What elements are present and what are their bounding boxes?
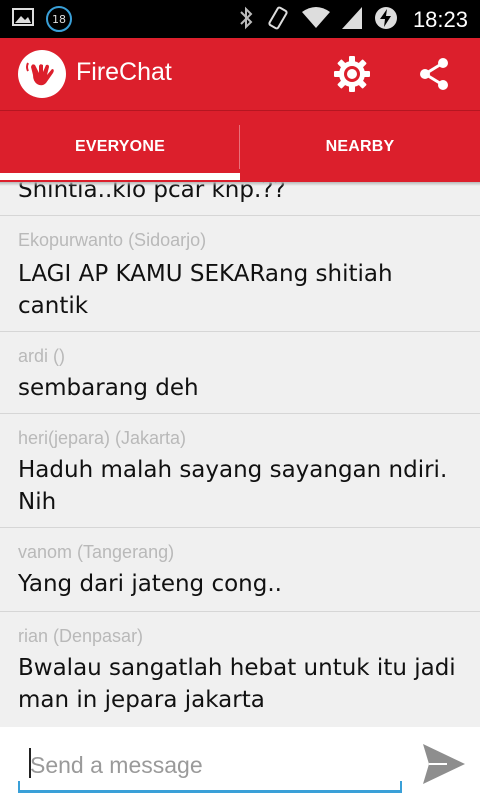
message-item[interactable]: Ekopurwanto (Sidoarjo) LAGI AP KAMU SEKA… <box>0 216 480 332</box>
tab-everyone[interactable]: EVERYONE <box>0 111 240 182</box>
app-title: FireChat <box>76 58 172 86</box>
clock: 18:23 <box>412 7 468 32</box>
message-item[interactable]: rian (Denpasar) Bwalau sangatlah hebat u… <box>0 612 480 727</box>
share-icon <box>420 58 448 90</box>
message-sender: rian (Denpasar) <box>18 626 144 646</box>
message-composer <box>0 727 480 800</box>
gear-icon <box>334 56 370 92</box>
app-bar: FireChat <box>0 38 480 110</box>
message-sender: ardi () <box>18 346 66 366</box>
settings-button[interactable] <box>330 52 374 96</box>
send-icon <box>423 744 465 784</box>
status-bar: 18 18:23 <box>0 0 480 38</box>
message-list[interactable]: Shintia..klo pcar knp.?? Ekopurwanto (Si… <box>0 182 480 727</box>
message-item[interactable]: ardi () sembarang deh <box>0 332 480 414</box>
message-text: Yang dari jateng cong.. <box>18 571 282 597</box>
text-cursor <box>29 748 31 778</box>
tab-nearby[interactable]: NEARBY <box>240 111 480 182</box>
message-item[interactable]: Shintia..klo pcar knp.?? <box>0 182 480 216</box>
message-text: Bwalau sangatlah hebat untuk itu jadi ma… <box>18 655 456 713</box>
message-input[interactable] <box>18 743 402 787</box>
bluetooth-icon <box>237 5 255 35</box>
message-sender: vanom (Tangerang) <box>18 542 175 562</box>
battery-charging-icon <box>373 5 399 35</box>
message-text: Haduh malah sayang sayangan ndiri. Nih <box>18 457 448 515</box>
input-underline-left-tick <box>18 781 20 793</box>
status-right: 18:23 <box>237 5 468 35</box>
notification-count-badge: 18 <box>46 6 72 32</box>
firechat-logo-icon[interactable] <box>18 50 66 98</box>
message-sender: Ekopurwanto (Sidoarjo) <box>18 230 207 250</box>
share-button[interactable] <box>412 52 456 96</box>
message-text: LAGI AP KAMU SEKARang shitiah cantik <box>18 261 393 319</box>
vibrate-icon <box>265 5 291 35</box>
tab-bar-shadow <box>0 182 480 186</box>
message-sender: heri(jepara) (Jakarta) <box>18 428 187 448</box>
image-icon <box>12 6 34 32</box>
status-left: 18 <box>12 6 72 32</box>
message-item[interactable]: heri(jepara) (Jakarta) Haduh malah sayan… <box>0 414 480 528</box>
tab-bar: EVERYONE NEARBY <box>0 110 480 182</box>
wifi-icon <box>301 6 331 34</box>
input-underline-right-tick <box>400 781 402 793</box>
send-button[interactable] <box>418 739 470 789</box>
message-item[interactable]: vanom (Tangerang) Yang dari jateng cong.… <box>0 528 480 612</box>
signal-icon <box>341 6 363 34</box>
message-text: sembarang deh <box>18 375 199 401</box>
tab-selected-indicator <box>0 173 240 180</box>
input-underline <box>18 790 402 793</box>
